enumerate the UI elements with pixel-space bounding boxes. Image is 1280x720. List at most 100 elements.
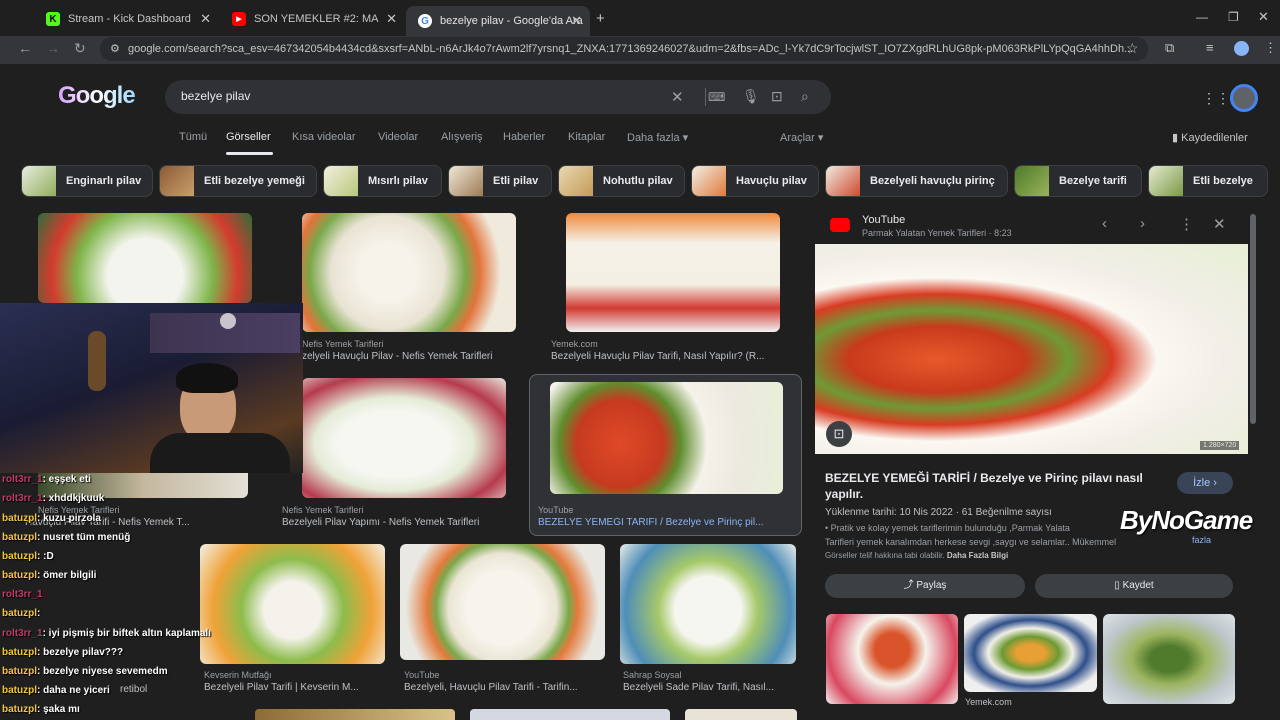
result-image[interactable]: [470, 709, 670, 720]
menu-kebab-icon[interactable]: ⋮: [1264, 40, 1277, 56]
lens-camera-icon[interactable]: ⊡: [771, 88, 783, 105]
related-image[interactable]: [964, 614, 1097, 692]
tab-more[interactable]: Daha fazla ▾: [627, 131, 688, 144]
profile-avatar[interactable]: [1234, 41, 1249, 56]
tab-videos[interactable]: Videolar: [378, 131, 418, 143]
tab-news[interactable]: Haberler: [503, 131, 545, 143]
window-close-icon[interactable]: ✕: [1258, 9, 1269, 25]
saved-button[interactable]: ▮ Kaydedilenler: [1172, 131, 1248, 144]
minimize-icon[interactable]: —: [1196, 10, 1208, 24]
save-button[interactable]: ▯ Kaydet: [1035, 574, 1233, 598]
chat-user: batuzpl: [2, 513, 37, 524]
tab-google-search[interactable]: G bezelye pilav - Google'da Ara ✕: [406, 6, 590, 36]
close-icon[interactable]: ✕: [200, 11, 211, 27]
chat-text: : eşşek eti: [42, 474, 91, 485]
tools-button[interactable]: Araçlar ▾: [780, 131, 823, 144]
search-input[interactable]: bezelye pilav: [181, 89, 250, 103]
google-logo[interactable]: Google: [58, 82, 136, 110]
chip-nohutlu-pilav[interactable]: Nohutlu pilav: [558, 165, 685, 197]
youtube-icon: [830, 218, 850, 232]
chip-etli-bezelye-yemegi[interactable]: Etli bezelye yemeği: [159, 165, 317, 197]
close-icon[interactable]: ✕: [1213, 215, 1226, 233]
apps-grid-icon[interactable]: ⋮⋮: [1202, 90, 1230, 107]
chip-etli-bezelye[interactable]: Etli bezelye: [1148, 165, 1268, 197]
search-icon[interactable]: ⌕: [801, 88, 809, 105]
lens-icon[interactable]: ⊡: [826, 421, 852, 447]
related-image[interactable]: [826, 614, 958, 704]
chip-thumbnail: [692, 166, 726, 196]
bookmark-icon: ▯: [1114, 580, 1120, 591]
media-icon[interactable]: ≡: [1206, 40, 1214, 55]
url-bar[interactable]: ⚙ google.com/search?sca_esv=467342054b44…: [100, 37, 1148, 61]
copyright-learn-more-link[interactable]: Daha Fazla Bilgi: [947, 551, 1008, 560]
keyboard-icon[interactable]: ⌨: [708, 90, 725, 104]
preview-title[interactable]: BEZELYE YEMEĞİ TARİFİ / Bezelye ve Pirin…: [825, 470, 1165, 502]
watch-label: İzle: [1193, 477, 1211, 489]
tab-all[interactable]: Tümü: [179, 131, 207, 143]
result-title[interactable]: Bezelyeli Sade Pilav Tarifi, Nasıl...: [623, 682, 798, 693]
chat-message: batuzpl: :D: [2, 551, 54, 562]
more-options-icon[interactable]: ⋮: [1179, 215, 1194, 233]
panel-source[interactable]: YouTube: [862, 214, 905, 226]
chip-label: Bezelyeli havuçlu pirinç: [870, 175, 995, 187]
next-icon[interactable]: ›: [1140, 215, 1145, 232]
selected-tab-indicator: [226, 152, 273, 155]
chip-havuclu-pilav[interactable]: Havuçlu pilav: [691, 165, 819, 197]
tab-shopping[interactable]: Alışveriş: [441, 131, 483, 143]
clear-search-icon[interactable]: ✕: [671, 88, 684, 106]
share-button[interactable]: ⤴ Paylaş: [825, 574, 1025, 598]
chip-bezelyeli-havuclu-pirinc[interactable]: Bezelyeli havuçlu pirinç: [825, 165, 1008, 197]
result-image[interactable]: [685, 709, 797, 720]
watch-button[interactable]: İzle ›: [1177, 472, 1233, 494]
search-box[interactable]: bezelye pilav ✕ ⌨ 🎙 ⊡ ⌕: [165, 80, 831, 114]
tab-youtube[interactable]: ▶ SON YEMEKLER #2: MAHKUMLAR... ✕: [220, 6, 405, 32]
panel-scrollbar[interactable]: [1250, 214, 1256, 424]
preview-image[interactable]: ⊡ 1.280×720: [815, 244, 1248, 454]
close-icon[interactable]: ✕: [386, 11, 397, 27]
bookmark-star-icon[interactable]: ☆: [1126, 40, 1139, 57]
result-image[interactable]: [400, 544, 605, 660]
chat-user: batuzpl: [2, 647, 37, 658]
result-title[interactable]: Bezelyeli Pilav Tarifi | Kevserin M...: [204, 682, 384, 693]
chat-text: : ömer bilgili: [37, 570, 97, 581]
chip-enginarli-pilav[interactable]: Enginarlı pilav: [21, 165, 153, 197]
microphone-icon[interactable]: 🎙: [742, 88, 760, 105]
restore-icon[interactable]: ❐: [1228, 10, 1239, 24]
tab-title: Stream - Kick Dashboard: [68, 13, 191, 25]
new-tab-icon[interactable]: +: [596, 10, 605, 27]
result-image[interactable]: [200, 544, 385, 664]
result-source: Nefis Yemek Tarifleri: [282, 505, 364, 515]
chip-bezelye-tarifi[interactable]: Bezelye tarifi: [1014, 165, 1142, 197]
result-title[interactable]: Bezelyeli, Havuçlu Pilav Tarifi - Tarifi…: [404, 682, 609, 693]
site-info-icon[interactable]: ⚙: [110, 37, 120, 61]
tab-kick-dashboard[interactable]: K Stream - Kick Dashboard ✕: [34, 6, 219, 32]
result-image[interactable]: [302, 213, 516, 332]
result-title[interactable]: Bezelyeli Pilav Yapımı - Nefis Yemek Tar…: [282, 517, 522, 528]
result-title[interactable]: BEZELYE YEMEĞİ TARİFİ / Bezelye ve Pirin…: [538, 517, 793, 528]
forward-icon[interactable]: →: [46, 40, 60, 56]
selected-image-result[interactable]: YouTube BEZELYE YEMEĞİ TARİFİ / Bezelye …: [529, 374, 802, 536]
reload-icon[interactable]: ↻: [74, 40, 86, 57]
previous-icon[interactable]: ‹: [1102, 215, 1107, 232]
related-image[interactable]: [1103, 614, 1235, 704]
chip-thumbnail: [826, 166, 860, 196]
account-avatar[interactable]: [1230, 84, 1258, 112]
result-image[interactable]: [38, 213, 252, 303]
tab-images[interactable]: Görseller: [226, 131, 271, 143]
chip-etli-pilav[interactable]: Etli pilav: [448, 165, 552, 197]
result-title[interactable]: zelyeli Havuçlu Pilav - Nefis Yemek Tari…: [302, 351, 522, 362]
chip-misirli-pilav[interactable]: Mısırlı pilav: [323, 165, 442, 197]
back-icon[interactable]: ←: [18, 40, 32, 56]
result-image[interactable]: [255, 709, 455, 720]
more-link[interactable]: fazla: [1192, 535, 1211, 545]
close-icon[interactable]: ✕: [571, 13, 582, 29]
tab-books[interactable]: Kitaplar: [568, 131, 605, 143]
result-image[interactable]: [550, 382, 783, 494]
result-image[interactable]: [302, 378, 506, 498]
bookmark-icon: ▮: [1172, 132, 1179, 144]
tab-short-videos[interactable]: Kısa videolar: [292, 131, 356, 143]
result-image[interactable]: [620, 544, 796, 664]
extensions-icon[interactable]: ⧉: [1165, 40, 1174, 56]
result-image[interactable]: [566, 213, 780, 332]
result-title[interactable]: Bezelyeli Havuçlu Pilav Tarifi, Nasıl Ya…: [551, 351, 791, 362]
